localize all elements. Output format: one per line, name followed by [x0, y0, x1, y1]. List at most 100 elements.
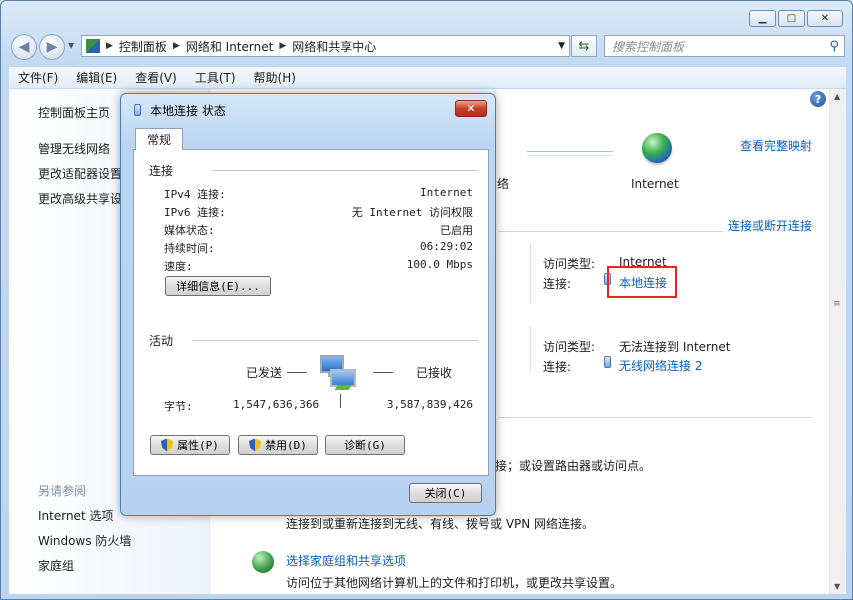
sidebar-change-adapter[interactable]: 更改适配器设置: [38, 165, 122, 182]
address-bar[interactable]: ▶ 控制面板 ▶ 网络和 Internet ▶ 网络和共享中心 ▼: [81, 35, 570, 57]
back-button[interactable]: ◀: [11, 34, 37, 60]
control-panel-icon: [86, 39, 100, 53]
internet-label: Internet: [631, 177, 679, 191]
dialog-title: 本地连接 状态: [150, 104, 226, 118]
caption-buttons: ▁ □ ✕: [749, 10, 843, 27]
net2-access-type-value: 无法连接到 Internet: [619, 340, 731, 354]
highlight-box: [607, 266, 677, 298]
sent-line: [287, 372, 307, 373]
network-name-partial: 络: [497, 177, 510, 191]
map-connector-line: [527, 155, 613, 156]
connect-disconnect-link[interactable]: 连接或断开连接: [728, 217, 812, 234]
properties-button[interactable]: 属性(P): [150, 435, 230, 455]
diagnose-button[interactable]: 诊断(G): [325, 435, 405, 455]
breadcrumb-arrow-icon[interactable]: ▶: [279, 41, 286, 51]
bytes-received-value: 3,587,839,426: [386, 398, 473, 411]
partial-description-2: 连接到或重新连接到无线、有线、拨号或 VPN 网络连接。: [286, 517, 595, 531]
search-input[interactable]: 搜索控制面板 ⚲: [604, 35, 845, 57]
local-connection-status-dialog: 本地连接 状态 ✕ 常规 连接 IPv4 连接: Internet IPv6 连…: [120, 93, 496, 516]
divider-line: [498, 231, 723, 232]
close-window-button[interactable]: ✕: [807, 10, 843, 27]
net2-connection-label: 连接:: [543, 360, 572, 374]
homegroup-sharing-link[interactable]: 选择家庭组和共享选项: [286, 552, 406, 569]
scroll-grip-icon[interactable]: ≡: [833, 299, 841, 309]
breadcrumb-network-sharing-center[interactable]: 网络和共享中心: [292, 38, 376, 55]
wireless-connection-icon: [604, 356, 611, 368]
sidebar-manage-wireless[interactable]: 管理无线网络: [38, 140, 110, 157]
group-line: [192, 340, 478, 341]
bytes-label: 字节:: [164, 400, 193, 413]
speed-label: 速度:: [164, 260, 193, 273]
general-tab-panel: 连接 IPv4 连接: Internet IPv6 连接: 无 Internet…: [133, 149, 489, 476]
details-button[interactable]: 详细信息(E)...: [165, 276, 271, 296]
dialog-close-button[interactable]: ✕: [455, 100, 487, 117]
breadcrumb-arrow-icon[interactable]: ▶: [173, 41, 180, 51]
view-full-map-link[interactable]: 查看完整映射: [740, 137, 812, 154]
ipv6-label: IPv6 连接:: [164, 206, 226, 219]
ipv6-value: 无 Internet 访问权限: [351, 206, 473, 219]
map-connector-line: [527, 151, 613, 152]
address-dropdown-icon[interactable]: ▼: [558, 41, 565, 51]
breadcrumb-arrow-icon[interactable]: ▶: [106, 41, 113, 51]
properties-label: 属性(P): [177, 439, 219, 452]
group-line: [212, 170, 478, 171]
duration-value: 06:29:02: [420, 240, 473, 253]
menu-help[interactable]: 帮助(H): [245, 69, 305, 86]
shield-icon: [249, 438, 262, 452]
homegroup-icon: [252, 551, 274, 573]
ipv4-label: IPv4 连接:: [164, 188, 226, 201]
minimize-button[interactable]: ▁: [749, 10, 776, 27]
internet-globe-icon[interactable]: [642, 133, 672, 163]
received-label: 已接收: [416, 366, 453, 380]
duration-label: 持续时间:: [164, 242, 215, 255]
sidebar-home-link[interactable]: 控制面板主页: [38, 104, 110, 121]
sent-label: 已发送: [246, 366, 283, 380]
help-icon[interactable]: ?: [810, 91, 826, 107]
search-icon[interactable]: ⚲: [829, 39, 839, 54]
scroll-up-icon[interactable]: ▲: [834, 92, 840, 101]
menu-file[interactable]: 文件(F): [9, 69, 67, 86]
vertical-scrollbar[interactable]: ▲ ≡ ▼: [829, 89, 846, 594]
separator: [530, 327, 532, 372]
received-line: [373, 372, 393, 373]
homegroup-description: 访问位于其他网络计算机上的文件和打印机，或更改共享设置。: [286, 576, 623, 590]
menu-tools[interactable]: 工具(T): [186, 69, 245, 86]
dialog-close-text-button[interactable]: 关闭(C): [409, 483, 482, 503]
maximize-button[interactable]: □: [778, 10, 805, 27]
divider-line: [498, 417, 812, 418]
net2-access-type-label: 访问类型:: [543, 340, 596, 354]
breadcrumb-control-panel[interactable]: 控制面板: [119, 38, 167, 55]
scroll-down-icon[interactable]: ▼: [834, 582, 840, 591]
forward-button[interactable]: ▶: [39, 34, 65, 60]
connection-icon: [134, 104, 141, 116]
partial-description-1: 接；或设置路由器或访问点。: [495, 459, 652, 473]
shield-icon: [161, 438, 174, 452]
bytes-divider: [340, 394, 341, 408]
recent-pages-chevron-icon[interactable]: ▼: [68, 41, 74, 50]
media-state-value: 已启用: [440, 224, 473, 237]
separator: [530, 244, 532, 304]
menu-view[interactable]: 查看(V): [126, 69, 186, 86]
see-also-header: 另请参阅: [38, 484, 87, 498]
sidebar-internet-options[interactable]: Internet 选项: [38, 507, 113, 524]
sidebar-homegroup[interactable]: 家庭组: [38, 557, 74, 574]
ipv4-value: Internet: [420, 186, 473, 199]
connection-group-label: 连接: [149, 164, 174, 178]
media-state-label: 媒体状态:: [164, 224, 215, 237]
menu-edit[interactable]: 编辑(E): [67, 69, 126, 86]
net1-access-type-label: 访问类型:: [543, 257, 596, 271]
network-computers-icon: [320, 355, 360, 393]
search-placeholder: 搜索控制面板: [612, 39, 685, 54]
sidebar-windows-firewall[interactable]: Windows 防火墙: [38, 532, 131, 549]
net1-connection-label: 连接:: [543, 277, 572, 291]
breadcrumb-network-internet[interactable]: 网络和 Internet: [186, 38, 273, 55]
refresh-button[interactable]: ⇆: [571, 35, 597, 57]
tab-general[interactable]: 常规: [135, 128, 183, 150]
activity-group-label: 活动: [149, 334, 174, 348]
menu-bar: 文件(F) 编辑(E) 查看(V) 工具(T) 帮助(H): [9, 67, 846, 88]
wireless-connection-link[interactable]: 无线网络连接 2: [619, 357, 702, 374]
speed-value: 100.0 Mbps: [406, 258, 473, 271]
disable-button[interactable]: 禁用(D): [238, 435, 318, 455]
bytes-sent-value: 1,547,636,366: [233, 398, 320, 411]
disable-label: 禁用(D): [265, 439, 307, 452]
